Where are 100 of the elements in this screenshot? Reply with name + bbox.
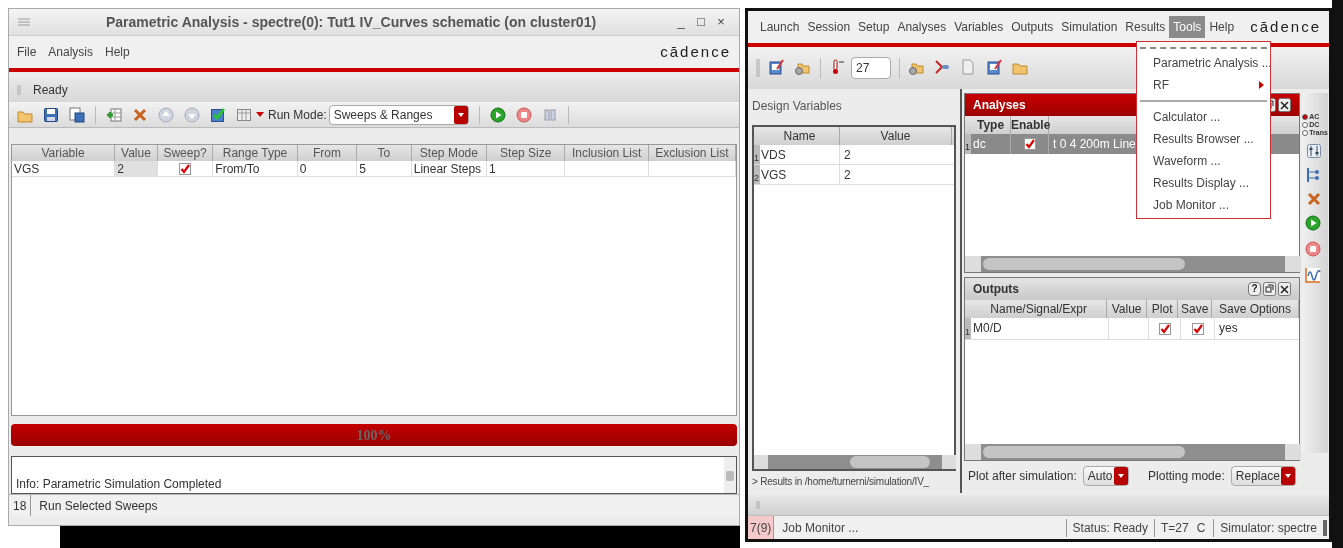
run-icon[interactable] bbox=[489, 106, 506, 123]
close-button[interactable]: × bbox=[711, 12, 731, 32]
plot-after-dropdown[interactable]: Auto bbox=[1082, 466, 1129, 486]
submenu-arrow-icon bbox=[1259, 81, 1264, 89]
menu-item[interactable]: Simulation bbox=[1057, 16, 1122, 38]
check-all-icon[interactable] bbox=[210, 106, 226, 123]
table-cell: dc bbox=[971, 134, 1011, 154]
plotting-mode-dropdown[interactable]: Replace bbox=[1230, 466, 1296, 486]
table-cell: 2 bbox=[115, 161, 158, 176]
panel-title: Analyses bbox=[973, 97, 1027, 114]
cadence-logo: cādence bbox=[660, 41, 731, 62]
cadence-logo: cādence bbox=[1250, 16, 1321, 37]
table-cell: VDS bbox=[760, 145, 840, 164]
delete-icon[interactable] bbox=[132, 106, 148, 123]
column-header[interactable]: Value bbox=[1107, 300, 1147, 318]
table-cell: From/To bbox=[213, 161, 298, 176]
close-icon[interactable] bbox=[1278, 282, 1291, 296]
row-number: 1 bbox=[754, 145, 760, 164]
menu-item[interactable]: Calculator ... bbox=[1137, 106, 1270, 128]
column-header[interactable]: Save Options bbox=[1212, 300, 1299, 318]
table-cell: Linear Steps bbox=[411, 161, 488, 176]
horizontal-scrollbar[interactable] bbox=[754, 455, 956, 469]
maximize-button[interactable]: □ bbox=[691, 12, 711, 32]
minimize-button[interactable]: _ bbox=[671, 12, 691, 32]
column-header[interactable]: To bbox=[357, 145, 412, 161]
panel-title: Design Variables bbox=[752, 98, 843, 115]
menu-item[interactable]: Help bbox=[1205, 16, 1239, 38]
edit-icon[interactable] bbox=[986, 59, 1004, 77]
column-header[interactable]: From bbox=[297, 145, 358, 161]
menu-item[interactable]: Parametric Analysis ... bbox=[1137, 52, 1270, 74]
column-header[interactable]: Name/Signal/Expr bbox=[971, 300, 1108, 318]
field-label: Plotting mode: bbox=[1148, 468, 1225, 485]
tuner-icon[interactable] bbox=[1306, 143, 1324, 161]
table-cell-text: t 0 4 200m Line bbox=[1052, 136, 1136, 153]
menu-item[interactable]: Help bbox=[105, 43, 130, 61]
menu-item[interactable]: Session bbox=[803, 16, 855, 38]
column-header[interactable]: Step Size bbox=[487, 145, 566, 161]
status-count: 18 bbox=[9, 495, 32, 516]
menu-item[interactable]: Analysis bbox=[48, 43, 94, 61]
column-header[interactable]: Name bbox=[760, 127, 840, 145]
save-icon[interactable] bbox=[43, 106, 59, 123]
checkbox[interactable] bbox=[1191, 322, 1204, 335]
column-header[interactable]: Plot bbox=[1146, 300, 1179, 318]
table-cell: 1 bbox=[487, 161, 566, 176]
run-mode-dropdown[interactable]: Sweeps & Ranges bbox=[328, 104, 469, 125]
column-header[interactable]: Step Mode bbox=[411, 145, 488, 161]
column-header[interactable]: Save bbox=[1178, 300, 1213, 318]
column-header[interactable]: Value bbox=[840, 127, 952, 145]
menu-item[interactable]: Launch bbox=[756, 16, 804, 38]
dropdown-caret-icon[interactable] bbox=[1281, 467, 1295, 485]
menu-item[interactable]: Job Monitor ... bbox=[1137, 194, 1270, 216]
status-message: Job Monitor ... bbox=[781, 519, 860, 537]
scrollbar[interactable] bbox=[724, 457, 736, 493]
progress-label: 100% bbox=[356, 426, 392, 445]
dropdown-caret-icon[interactable] bbox=[453, 105, 468, 124]
menu-item[interactable]: Results Browser ... bbox=[1137, 128, 1270, 150]
temperature-text: T=27 bbox=[1153, 518, 1189, 537]
menu-item[interactable]: Analyses bbox=[893, 16, 951, 38]
menu-item[interactable]: File bbox=[17, 43, 37, 61]
temperature-field[interactable]: 27 bbox=[851, 57, 891, 79]
horizontal-scrollbar[interactable] bbox=[965, 256, 1301, 272]
close-icon[interactable] bbox=[1278, 98, 1291, 112]
column-header[interactable]: Inclusion List bbox=[565, 145, 649, 161]
add-table-icon[interactable] bbox=[106, 106, 122, 123]
schematic-icon[interactable] bbox=[768, 59, 786, 77]
menu-item[interactable]: Outputs bbox=[1007, 16, 1058, 38]
table-cell: VGS bbox=[760, 165, 840, 184]
table-cell-text: 2 bbox=[843, 167, 851, 184]
table-cell-text: yes bbox=[1218, 320, 1238, 337]
menu-item[interactable]: Waveform ... bbox=[1137, 150, 1270, 172]
run-mode-label: Run Mode: bbox=[268, 106, 327, 124]
status-message: Run Selected Sweeps bbox=[38, 497, 159, 515]
log-line: Info: Parametric Simulation Completed bbox=[16, 476, 223, 493]
table-cell: 0 bbox=[297, 161, 358, 176]
dropdown-caret-icon[interactable] bbox=[1113, 467, 1128, 485]
menu-item[interactable]: Results Display ... bbox=[1137, 172, 1270, 194]
stop-icon[interactable] bbox=[515, 106, 532, 123]
help-button[interactable]: ? bbox=[1248, 282, 1261, 296]
row-number: 2 bbox=[754, 165, 760, 184]
results-path: > Results in /home/turnerni/simulation/IV_ bbox=[752, 475, 929, 489]
status-text: Status: Ready bbox=[1065, 518, 1154, 537]
checkbox[interactable] bbox=[1023, 138, 1036, 150]
menu-item[interactable]: Results bbox=[1121, 16, 1170, 38]
row-number: 1 bbox=[965, 134, 971, 154]
restore-icon[interactable] bbox=[1263, 282, 1276, 296]
table-icon[interactable] bbox=[236, 106, 252, 123]
column-header[interactable]: Range Type bbox=[213, 145, 298, 161]
horizontal-scrollbar[interactable] bbox=[965, 444, 1301, 460]
status-text: Ready bbox=[33, 82, 68, 99]
panel-title: Outputs bbox=[973, 281, 1020, 298]
menu-item[interactable]: Variables bbox=[950, 16, 1008, 38]
menu-item[interactable]: RF bbox=[1137, 74, 1270, 96]
menu-item[interactable]: Setup bbox=[854, 16, 894, 38]
column-header[interactable]: Exclusion List bbox=[648, 145, 736, 161]
checkbox[interactable] bbox=[179, 162, 192, 175]
field-label: Plot after simulation: bbox=[968, 468, 1077, 485]
save-as-icon[interactable] bbox=[69, 106, 85, 123]
caret-icon[interactable] bbox=[256, 111, 264, 118]
column-header[interactable]: Variable bbox=[12, 145, 116, 161]
checkbox[interactable] bbox=[1158, 322, 1171, 335]
